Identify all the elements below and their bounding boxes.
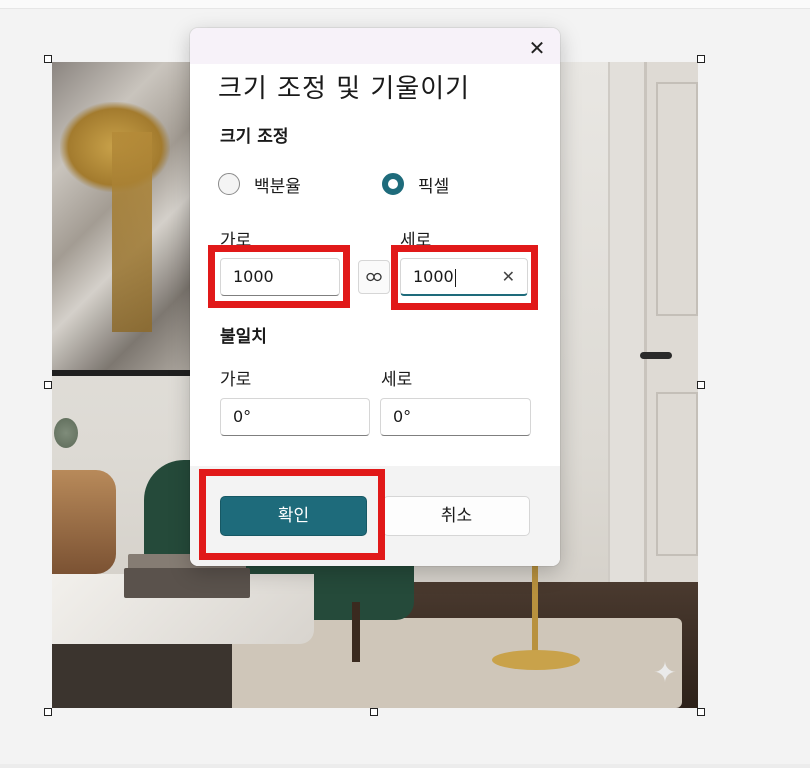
- dialog-header: [190, 28, 560, 64]
- radio-pixel-option[interactable]: 픽셀: [382, 172, 450, 197]
- resize-handle-bottom-right[interactable]: [697, 708, 705, 716]
- height-label: 세로: [400, 231, 432, 251]
- skew-vertical-input[interactable]: 0°: [380, 398, 531, 436]
- resize-skew-dialog: ✕ 크기 조정 및 기울이기 크기 조정 백분율 픽셀 가로 세로 1000 1…: [190, 28, 560, 566]
- resize-handle-right[interactable]: [697, 381, 705, 389]
- close-icon[interactable]: ✕: [524, 35, 550, 61]
- width-label: 가로: [220, 231, 252, 251]
- radio-pixel-label: 픽셀: [418, 176, 450, 197]
- skew-vertical-value: 0°: [393, 407, 412, 426]
- radio-percent-option[interactable]: 백분율: [218, 172, 301, 197]
- top-toolbar-strip: [0, 0, 810, 9]
- bottom-strip: [0, 764, 810, 768]
- resize-handle-left[interactable]: [44, 381, 52, 389]
- radio-pixel[interactable]: [382, 173, 404, 195]
- resize-handle-bottom-left[interactable]: [44, 708, 52, 716]
- link-icon[interactable]: [358, 260, 390, 294]
- cancel-button[interactable]: 취소: [383, 496, 530, 536]
- dialog-title: 크기 조정 및 기울이기: [218, 74, 471, 104]
- resize-section-title: 크기 조정: [220, 127, 289, 147]
- height-input-value: 1000: [413, 267, 454, 286]
- width-input[interactable]: 1000: [220, 258, 340, 296]
- skew-horizontal-input[interactable]: 0°: [220, 398, 370, 436]
- ok-button[interactable]: 확인: [220, 496, 367, 536]
- radio-percent-label: 백분율: [254, 176, 301, 197]
- text-caret: [454, 268, 456, 287]
- clear-icon[interactable]: ✕: [502, 259, 515, 295]
- resize-handle-bottom[interactable]: [370, 708, 378, 716]
- width-input-value: 1000: [233, 267, 274, 286]
- resize-handle-top-left[interactable]: [44, 55, 52, 63]
- skew-horizontal-label: 가로: [220, 370, 252, 390]
- skew-horizontal-value: 0°: [233, 407, 252, 426]
- skew-section-title: 불일치: [220, 327, 267, 347]
- resize-handle-top-right[interactable]: [697, 55, 705, 63]
- height-input[interactable]: 1000 ✕: [400, 258, 528, 296]
- radio-percent[interactable]: [218, 173, 240, 195]
- skew-vertical-label: 세로: [381, 370, 413, 390]
